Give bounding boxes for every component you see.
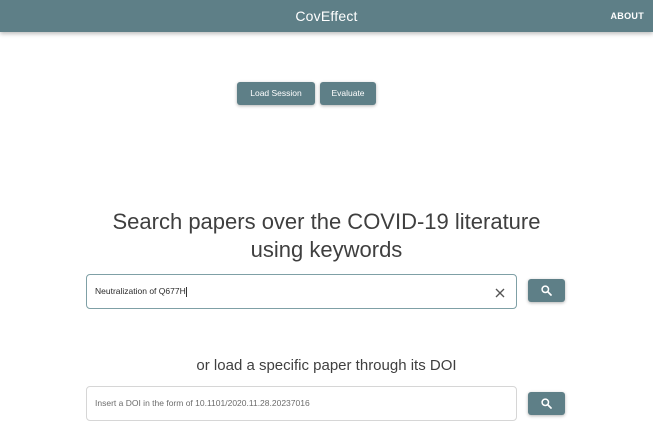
doi-input-placeholder: Insert a DOI in the form of 10.1101/2020… <box>95 398 310 408</box>
headline-line-2: using keywords <box>250 237 403 262</box>
doi-search-button[interactable] <box>528 392 565 415</box>
app-bar: CovEffect ABOUT <box>0 0 653 32</box>
keyword-search-headline: Search papers over the COVID-19 literatu… <box>0 208 653 264</box>
keyword-search-value: Neutralization of Q677H <box>95 275 187 308</box>
headline-line-1: Search papers over the COVID-19 literatu… <box>112 209 541 234</box>
keyword-search-button[interactable] <box>528 279 565 302</box>
search-icon <box>541 285 552 296</box>
doi-input[interactable]: Insert a DOI in the form of 10.1101/2020… <box>86 386 517 421</box>
keyword-search-text: Neutralization of Q677H <box>95 286 186 296</box>
doi-search-headline: or load a specific paper through its DOI <box>196 357 457 374</box>
app-title: CovEffect <box>295 8 358 24</box>
load-session-button[interactable]: Load Session <box>237 82 315 105</box>
text-caret <box>185 286 187 297</box>
about-link[interactable]: ABOUT <box>611 0 645 32</box>
close-icon[interactable] <box>494 286 506 298</box>
keyword-search-input[interactable]: Neutralization of Q677H <box>86 274 517 309</box>
search-icon <box>541 398 552 409</box>
evaluate-button[interactable]: Evaluate <box>320 82 376 105</box>
